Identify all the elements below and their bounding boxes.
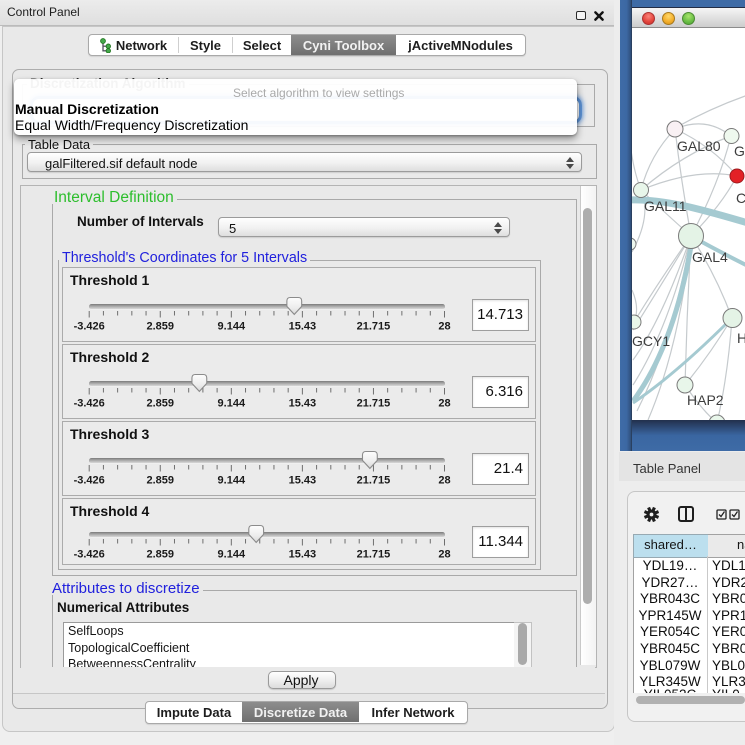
svg-text:GAL80: GAL80 — [677, 138, 721, 154]
svg-text:-3.426: -3.426 — [74, 398, 105, 410]
svg-text:GCY1: GCY1 — [632, 333, 670, 349]
svg-text:28: 28 — [438, 475, 450, 487]
svg-text:21.715: 21.715 — [357, 549, 391, 561]
svg-text:GA: GA — [734, 143, 745, 159]
svg-text:C: C — [736, 190, 745, 206]
svg-text:2.859: 2.859 — [146, 475, 174, 487]
svg-text:2.859: 2.859 — [146, 321, 174, 333]
svg-text:-3.426: -3.426 — [74, 475, 105, 487]
svg-text:2.859: 2.859 — [146, 549, 174, 561]
svg-text:9.144: 9.144 — [218, 398, 246, 410]
svg-text:28: 28 — [438, 549, 450, 561]
svg-text:GAL4: GAL4 — [692, 249, 728, 265]
svg-text:HAP2: HAP2 — [687, 392, 724, 408]
svg-text:9.144: 9.144 — [218, 321, 246, 333]
svg-text:28: 28 — [438, 398, 450, 410]
svg-text:9.144: 9.144 — [218, 549, 246, 561]
svg-text:21.715: 21.715 — [357, 398, 391, 410]
svg-text:2.859: 2.859 — [146, 398, 174, 410]
svg-text:9.144: 9.144 — [218, 475, 246, 487]
svg-text:15.43: 15.43 — [289, 549, 317, 561]
svg-text:21.715: 21.715 — [357, 321, 391, 333]
svg-text:21.715: 21.715 — [357, 475, 391, 487]
svg-text:-3.426: -3.426 — [74, 321, 105, 333]
svg-text:15.43: 15.43 — [289, 321, 317, 333]
svg-text:15.43: 15.43 — [289, 398, 317, 410]
svg-text:-3.426: -3.426 — [74, 549, 105, 561]
svg-text:H: H — [737, 330, 745, 346]
svg-text:GAL11: GAL11 — [644, 198, 687, 214]
svg-text:15.43: 15.43 — [289, 475, 317, 487]
svg-text:28: 28 — [438, 321, 450, 333]
